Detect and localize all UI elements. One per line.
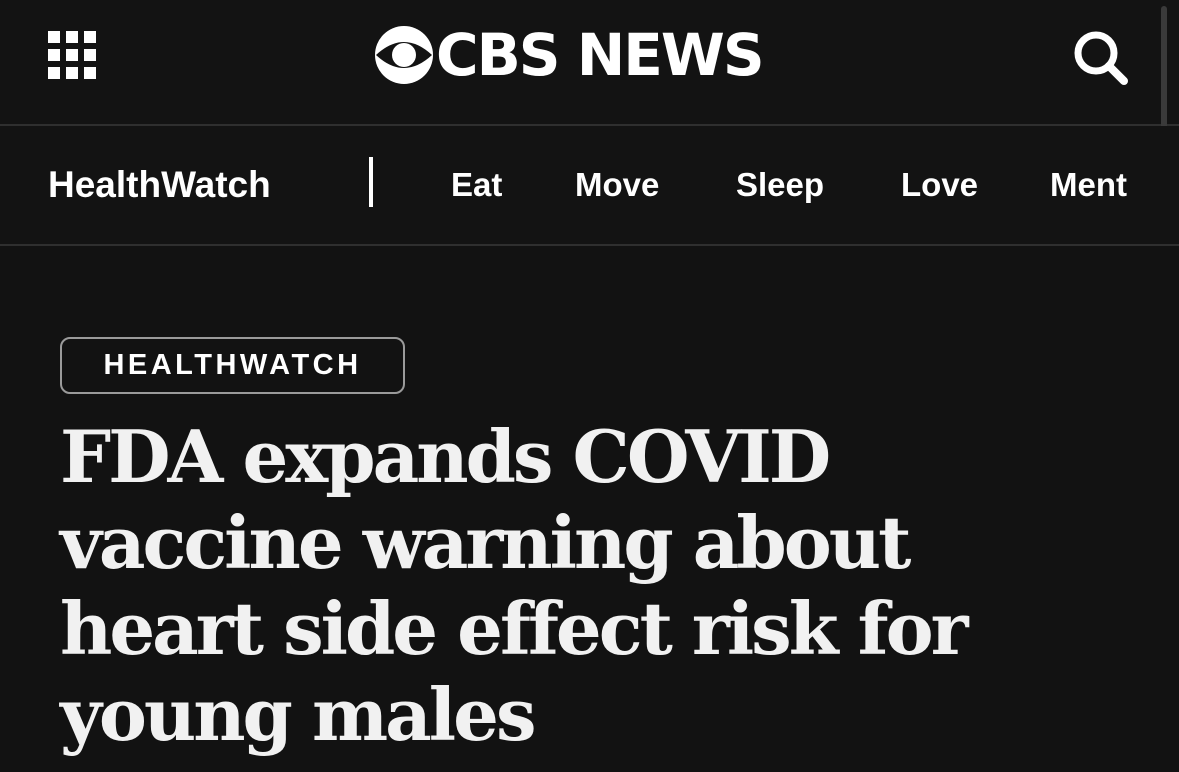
grid-dot bbox=[48, 49, 60, 61]
grid-dot bbox=[48, 67, 60, 79]
subnav-title[interactable]: HealthWatch bbox=[48, 164, 271, 206]
subnav-item-move[interactable]: Move bbox=[575, 166, 659, 204]
search-icon[interactable] bbox=[1071, 28, 1129, 86]
healthwatch-subnav: HealthWatch Eat Move Sleep Love Ment bbox=[0, 126, 1179, 246]
subnav-item-mental[interactable]: Ment bbox=[1050, 166, 1127, 204]
cbs-news-logo[interactable]: CBS NEWS bbox=[374, 22, 806, 88]
grid-dot bbox=[66, 67, 78, 79]
subnav-item-eat[interactable]: Eat bbox=[451, 166, 502, 204]
grid-dot bbox=[66, 49, 78, 61]
grid-dot bbox=[84, 49, 96, 61]
grid-dot bbox=[66, 31, 78, 43]
grid-icon[interactable] bbox=[48, 31, 96, 79]
subnav-overflow-clip: Ment bbox=[1050, 166, 1132, 210]
site-header: CBS NEWS bbox=[0, 0, 1179, 254]
grid-dot bbox=[48, 31, 60, 43]
section-tag[interactable]: HEALTHWATCH bbox=[60, 337, 405, 394]
grid-dot bbox=[84, 31, 96, 43]
logo-wordmark: CBS NEWS bbox=[436, 21, 765, 89]
article-headline: FDA expands COVID vaccine warning about … bbox=[60, 414, 969, 757]
subnav-divider bbox=[369, 157, 373, 207]
grid-dot bbox=[84, 67, 96, 79]
subnav-item-sleep[interactable]: Sleep bbox=[736, 166, 824, 204]
article-header: HEALTHWATCH FDA expands COVID vaccine wa… bbox=[0, 246, 1179, 772]
subnav-item-love[interactable]: Love bbox=[901, 166, 978, 204]
cbs-eye-icon bbox=[375, 26, 433, 84]
